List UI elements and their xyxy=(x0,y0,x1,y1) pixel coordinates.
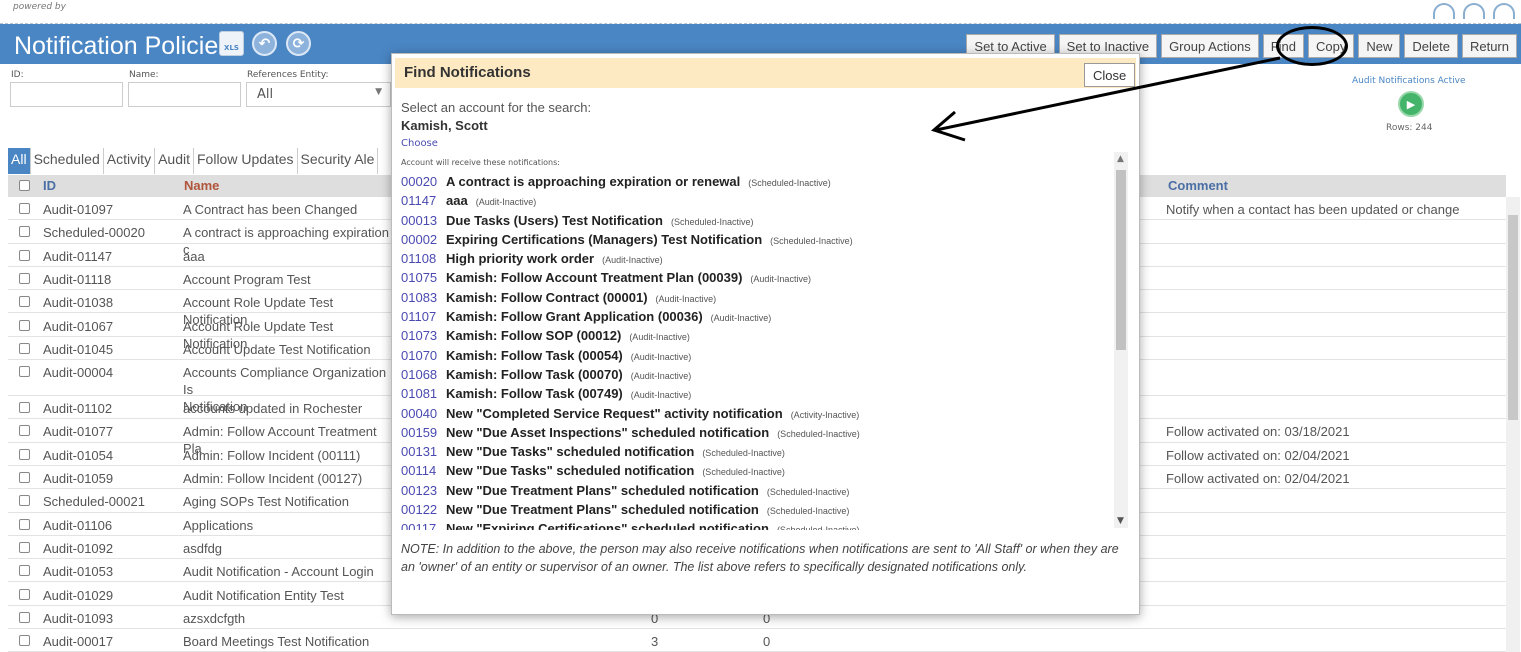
annotation-arrow-icon xyxy=(930,56,1281,142)
